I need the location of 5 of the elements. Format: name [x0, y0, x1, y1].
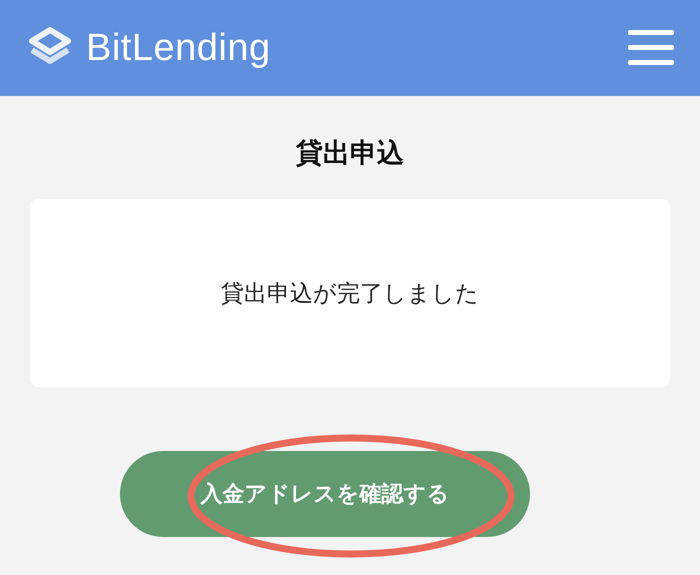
confirm-address-button[interactable]: 入金アドレスを確認する	[120, 451, 530, 538]
page-title: 貸出申込	[294, 137, 405, 171]
completion-message: 貸出申込が完了しました	[221, 280, 479, 309]
brand-name: BitLending	[86, 26, 271, 70]
menu-icon[interactable]	[628, 29, 674, 67]
